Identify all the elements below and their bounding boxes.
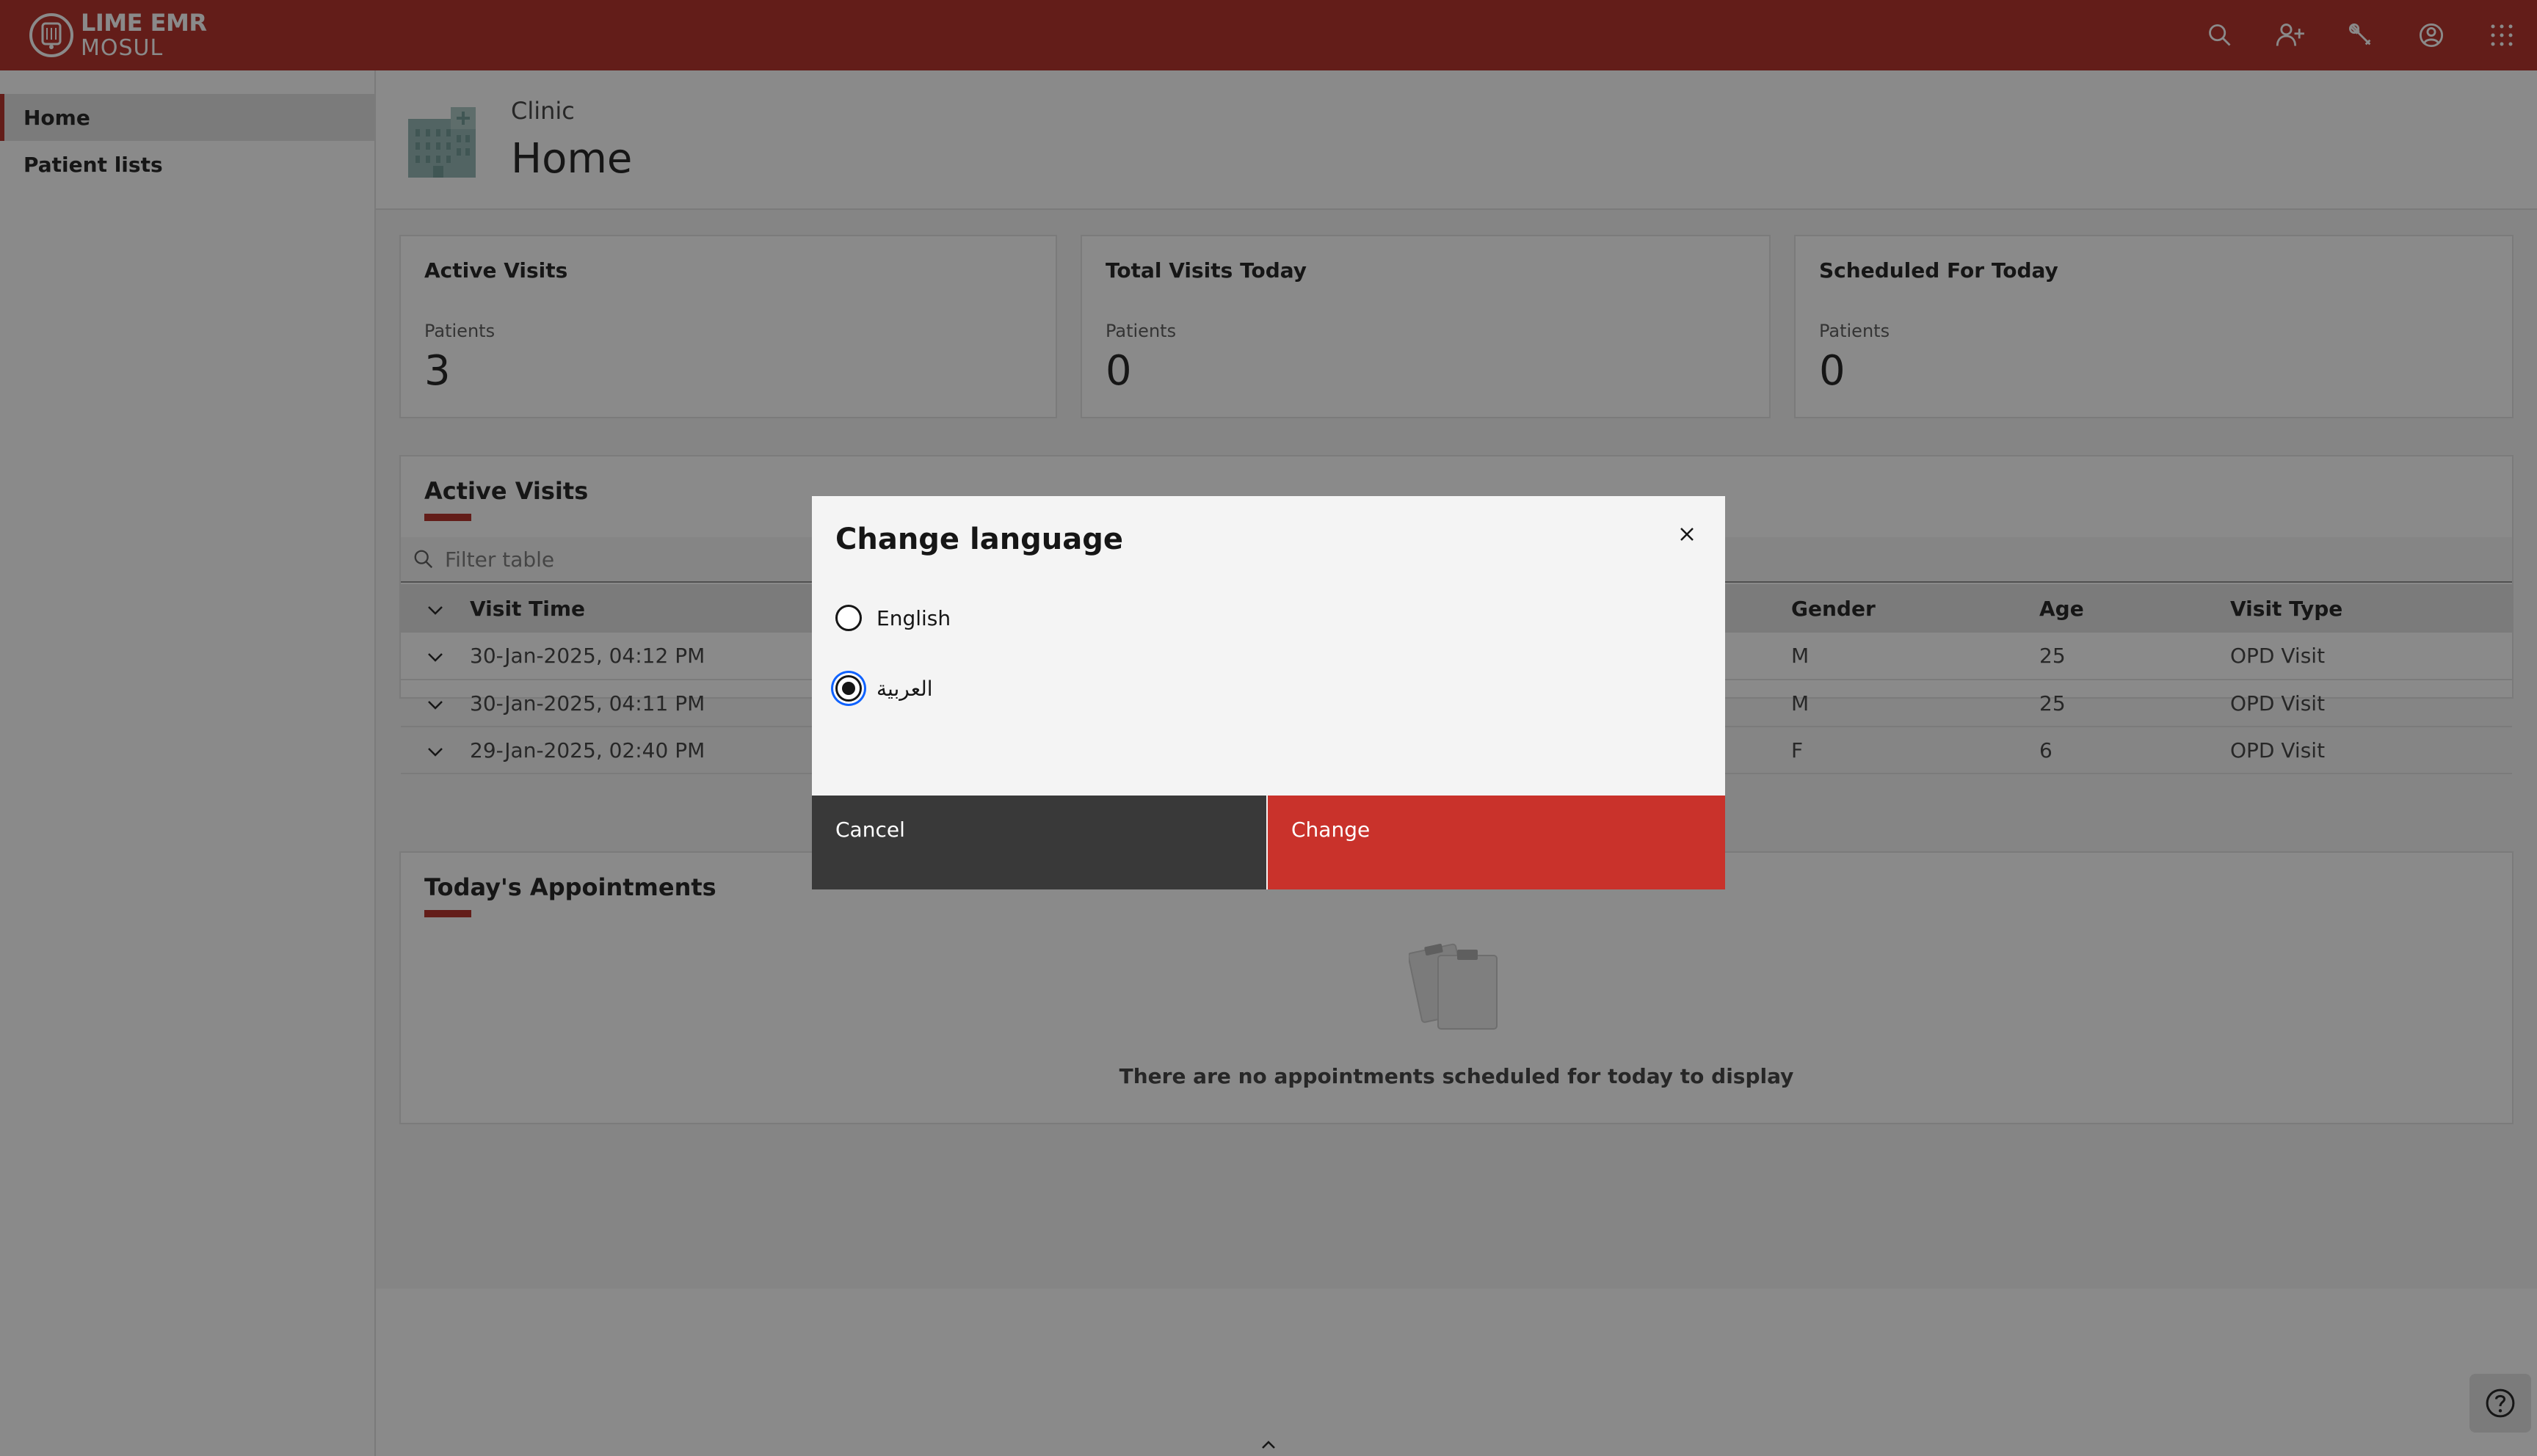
language-option-arabic[interactable]: العربية [835, 675, 933, 702]
modal-close-button[interactable] [1663, 511, 1710, 558]
modal-footer: Cancel Change [812, 796, 1725, 889]
radio-dot [842, 682, 855, 695]
modal-title: Change language [835, 523, 1124, 556]
radio-button-selected[interactable] [835, 675, 862, 702]
language-option-english[interactable]: English [835, 605, 951, 631]
radio-label: English [876, 605, 951, 630]
cancel-button[interactable]: Cancel [812, 796, 1266, 889]
change-language-modal: Change language English العربية Cancel C… [812, 496, 1725, 889]
radio-button[interactable] [835, 605, 862, 631]
change-button[interactable]: Change [1268, 796, 1725, 889]
close-icon [1680, 528, 1694, 541]
radio-label: العربية [876, 676, 933, 701]
